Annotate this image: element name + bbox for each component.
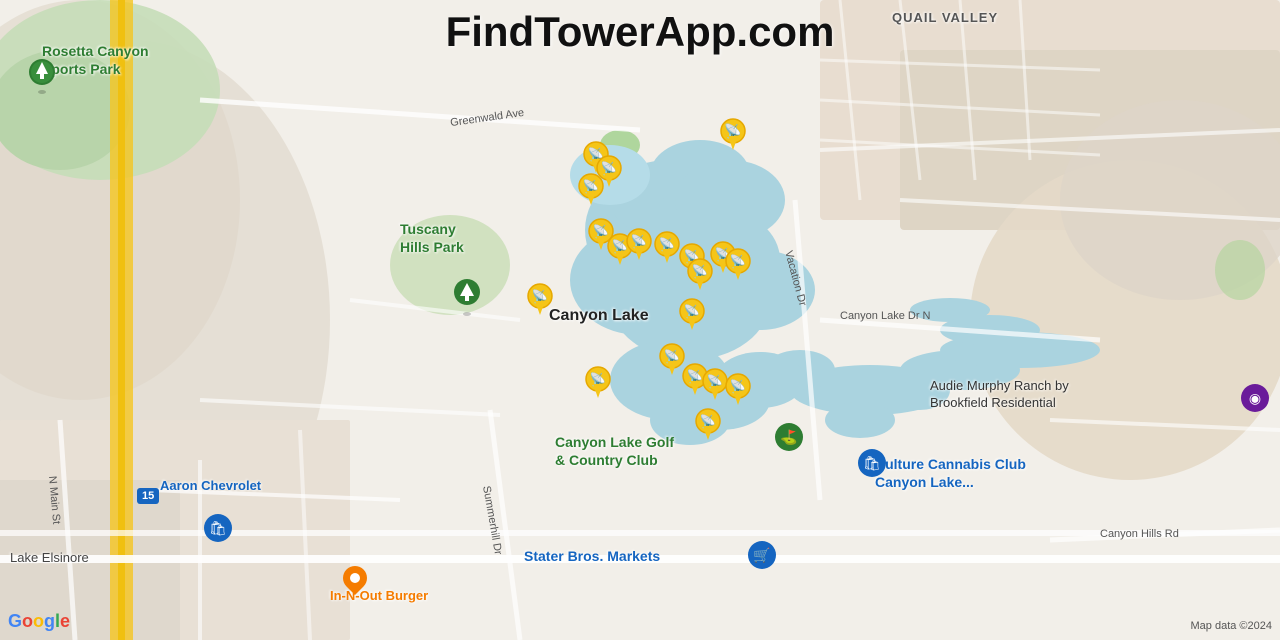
label-quail-valley: QUAIL VALLEY xyxy=(892,10,998,25)
tower-pin-12[interactable]: 📡 xyxy=(687,258,713,295)
label-golf-club: Canyon Lake Golf& Country Club xyxy=(555,433,674,469)
label-canyon-lake: Canyon Lake xyxy=(549,307,649,325)
tower-pin-13[interactable]: 📡 xyxy=(527,283,553,320)
site-title: FindTowerApp.com xyxy=(446,8,835,56)
tower-pin-8[interactable]: 📡 xyxy=(654,231,680,268)
tower-pin-4[interactable]: 📡 xyxy=(578,173,604,210)
label-stater-bros: Stater Bros. Markets xyxy=(524,548,660,564)
pin-aaron-chevrolet[interactable]: 🛍 xyxy=(204,514,232,542)
pin-tuscany-park xyxy=(452,278,482,321)
tower-pin-11[interactable]: 📡 xyxy=(725,248,751,285)
pin-stater-bros[interactable]: 🛒 xyxy=(748,541,776,569)
label-canyon-lake-dr: Canyon Lake Dr N xyxy=(840,310,931,322)
pin-cannabis[interactable]: 🛍 xyxy=(858,449,886,477)
label-canyon-hills-rd: Canyon Hills Rd xyxy=(1100,528,1179,540)
label-innout: In-N-Out Burger xyxy=(330,588,428,603)
label-aaron-chevrolet: Aaron Chevrolet xyxy=(160,478,261,493)
label-lake-elsinore: Lake Elsinore xyxy=(10,550,89,565)
label-cannabis: Culture Cannabis ClubCanyon Lake... xyxy=(875,455,1026,491)
tower-pin-7[interactable]: 📡 xyxy=(626,228,652,265)
tower-pin-20[interactable]: 📡 xyxy=(695,408,721,445)
tower-pin-1[interactable]: 📡 xyxy=(720,118,746,155)
tower-pin-16[interactable]: 📡 xyxy=(585,366,611,403)
label-tuscany-park: TuscanyHills Park xyxy=(400,220,464,256)
map-credit: Map data ©2024 xyxy=(1191,620,1273,632)
tower-pin-19[interactable]: 📡 xyxy=(725,373,751,410)
label-audie-murphy: Audie Murphy Ranch byBrookfield Resident… xyxy=(930,378,1069,412)
map-container: FindTowerApp.com Rosetta CanyonSports Pa… xyxy=(0,0,1280,640)
google-logo: Google xyxy=(8,611,70,632)
pin-audie-murphy[interactable]: ◉ xyxy=(1241,384,1269,412)
interstate-15-shield: 15 xyxy=(137,488,159,504)
pin-golf-flag[interactable]: ⛳ xyxy=(775,423,803,451)
tower-pin-14[interactable]: 📡 xyxy=(679,298,705,335)
pin-rosetta-park xyxy=(28,58,60,98)
